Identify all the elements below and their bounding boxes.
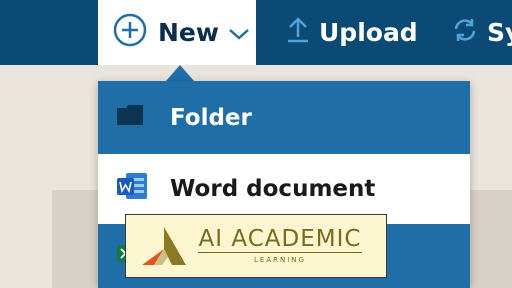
upload-icon [286,16,310,50]
menu-item-folder[interactable]: Folder [98,81,470,154]
logo-tagline-text: LEARNING [198,252,362,266]
command-bar: New Upload Sy [0,0,512,65]
menu-caret [166,65,194,81]
chevron-down-icon [228,18,250,47]
new-button[interactable]: New [98,0,256,65]
word-icon [116,171,148,207]
sync-button-label: Sy [487,18,512,47]
menu-item-label: Folder [170,104,252,131]
sync-button[interactable]: Sy [452,0,512,65]
folder-icon [116,104,144,132]
upload-button-label: Upload [319,18,418,47]
sync-icon [452,17,478,49]
menu-item-label: Word document [170,176,376,202]
logo-brand-text: AI ACADEMIC [198,226,362,252]
logo-emblem-icon [142,227,186,265]
upload-button[interactable]: Upload [286,0,418,65]
new-button-label: New [158,18,219,47]
watermark-logo: AI ACADEMIC LEARNING [125,214,387,278]
plus-circle-icon [113,13,147,53]
